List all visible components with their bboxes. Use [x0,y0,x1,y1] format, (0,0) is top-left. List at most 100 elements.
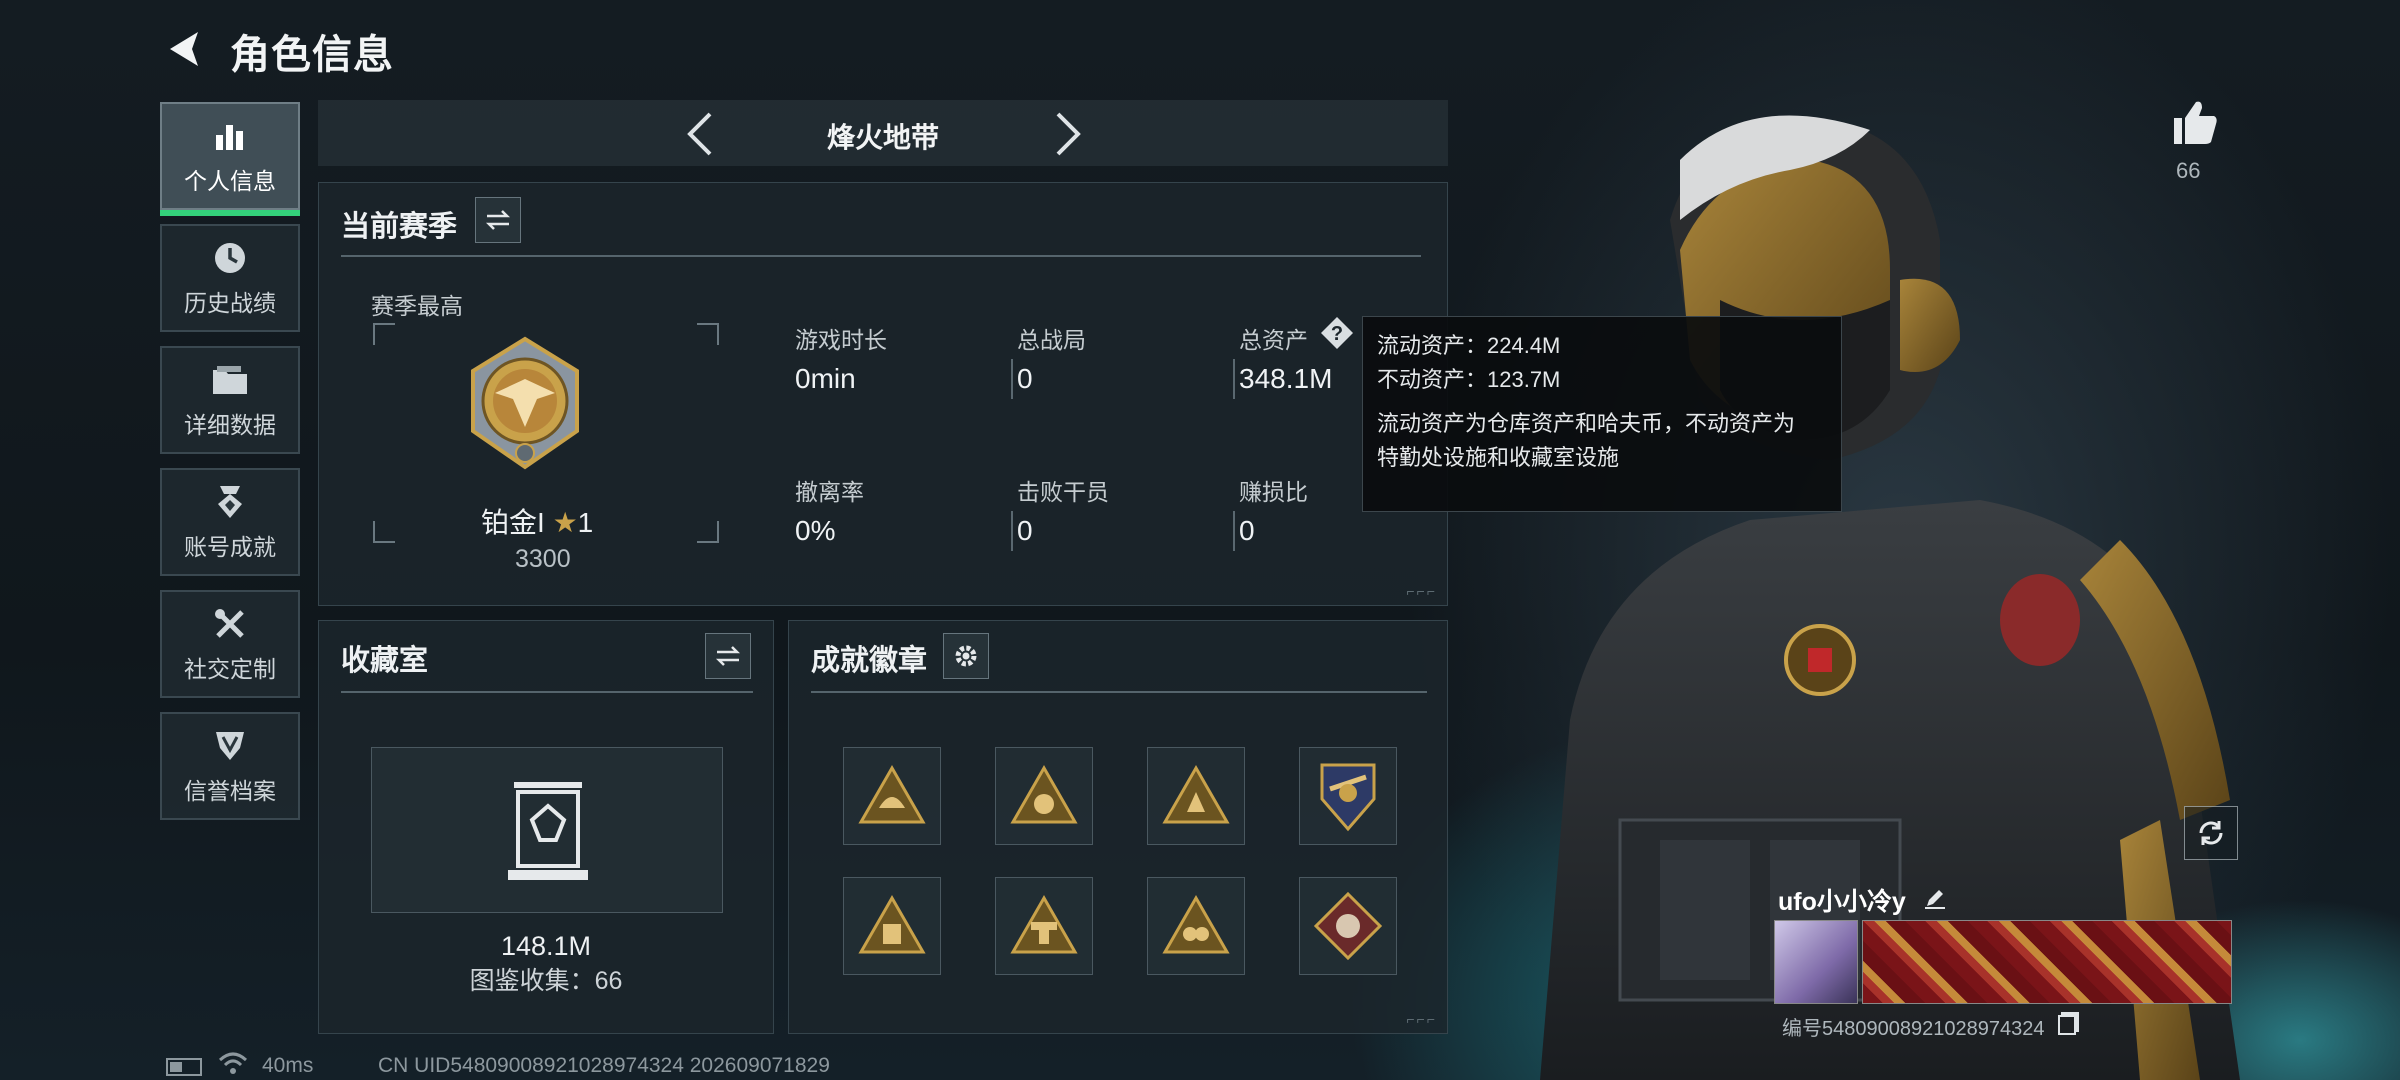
sidebar-item-label: 账号成就 [184,534,276,560]
achievement-badge[interactable] [843,877,941,975]
shield-badge-icon [1320,763,1376,832]
achievement-badge[interactable] [1147,877,1245,975]
rotate-model-button[interactable] [2184,806,2238,860]
sidebar-item-history[interactable]: 历史战绩 [160,224,300,332]
section-title: 成就徽章 [811,645,928,677]
sidebar-item-achievements[interactable]: 账号成就 [160,468,300,576]
sidebar-item-personal-info[interactable]: 个人信息 [160,102,300,216]
switch-season-button[interactable] [475,197,521,243]
season-best-label: 赛季最高 [371,293,463,319]
tooltip-fixed-assets: 不动资产：123.7M [1377,367,1561,393]
achievement-badge[interactable] [1147,747,1245,845]
achievement-badge[interactable] [843,747,941,845]
achievement-settings-button[interactable] [943,633,989,679]
achievement-badge[interactable] [1299,877,1397,975]
help-icon[interactable]: ? [1319,315,1355,351]
ping-value: 40ms [262,1054,314,1077]
profile-banner[interactable] [1862,920,2232,1004]
sidebar-item-label: 详细数据 [184,412,276,438]
avatar[interactable] [1774,920,1858,1004]
battery-icon [166,1058,202,1076]
rotate-icon [2199,821,2223,845]
section-title: 收藏室 [341,645,429,677]
triangle-badge-icon [1010,894,1078,954]
divider [1011,359,1013,399]
stat-value-playtime: 0min [795,363,856,394]
uid-label: CN UID5480900892102897432​4 202609071829 [378,1054,830,1077]
sidebar-item-label: 历史战绩 [184,290,276,316]
collection-value: 148.1M [500,931,592,961]
thumbs-up-icon[interactable] [2170,98,2220,146]
achievement-badge[interactable] [995,877,1093,975]
section-title: 当前赛季 [341,211,458,243]
swap-icon [715,646,741,666]
swap-icon [485,210,511,230]
tooltip-description: 流动资产为仓库资产和哈夫币，不动资产为 [1377,411,1796,437]
sidebar-item-label: 信誉档案 [184,778,276,804]
sidebar-item-detailed-data[interactable]: 详细数据 [160,346,300,454]
stat-label-operators-defeated: 击败干员 [1017,479,1109,505]
sidebar-item-social[interactable]: 社交定制 [160,590,300,698]
bar-chart-icon [210,116,250,156]
copy-icon[interactable] [2058,1015,2077,1035]
divider [1011,511,1013,551]
sidebar-item-label: 社交定制 [184,656,276,682]
player-name: ufo小小冷y [1778,882,1947,918]
stat-value-total-assets: 348.1M [1239,363,1333,394]
mode-title: 烽火地带 [826,122,939,153]
mode-selector: 烽火地带 [318,100,1448,166]
triangle-badge-icon [1162,894,1230,954]
rank-name: 铂金I ★1 [481,507,594,538]
triangle-badge-icon [1010,764,1078,824]
folder-icon [210,360,250,400]
stat-value-total-matches: 0 [1017,363,1033,394]
stat-label-total-assets: 总资产 [1239,327,1308,353]
stat-value-profit-loss-ratio: 0 [1239,515,1255,546]
wifi-icon [218,1052,248,1074]
diamond-badge-icon [1313,891,1383,961]
chevron-right-icon[interactable] [1048,110,1088,158]
frame-corner [373,521,395,543]
collection-count: 图鉴收集：66 [469,967,623,995]
season-panel: 当前赛季 赛季最高 铂金I ★1 3300 游戏时长 0min 总战局 0 总资… [318,182,1448,606]
sidebar-item-label: 个人信息 [184,168,276,194]
collection-panel: 收藏室 148.1M 图鉴收集：66 [318,620,774,1034]
stat-label-extraction-rate: 撤离率 [795,479,864,505]
display-case-icon [508,782,588,880]
tools-icon [210,604,250,644]
achievement-badge[interactable] [995,747,1093,845]
frame-corner [697,323,719,345]
frame-corner [697,521,719,543]
platinum-rank-icon [471,336,579,470]
switch-collection-button[interactable] [705,633,751,679]
edit-icon[interactable] [1923,886,1947,917]
frame-corner [373,323,395,345]
triangle-badge-icon [1162,764,1230,824]
svg-text:?: ? [1331,323,1343,345]
clock-icon [210,238,250,278]
tooltip-description-2: 特勤处设施和收藏室设施 [1377,445,1620,471]
tooltip-liquid-assets: 流动资产：224.4M [1377,333,1561,358]
page-title: 角色信息 [230,33,394,77]
triangle-badge-icon [858,764,926,824]
triangle-badge-icon [858,894,926,954]
collection-preview[interactable] [371,747,723,913]
medal-icon [210,482,250,522]
achievement-badge[interactable] [1299,747,1397,845]
sidebar-item-reputation[interactable]: 信誉档案 [160,712,300,820]
achievements-panel: 成就徽章 ⌐⌐⌐ [788,620,1448,1034]
divider [341,691,753,693]
gear-icon [955,645,977,667]
star-icon: ★ [552,507,578,538]
stat-value-extraction-rate: 0% [795,515,836,546]
player-id: 编号548090089210289743​24 [1782,1012,2077,1041]
like-count: 66 [2176,158,2201,183]
divider [1233,511,1235,551]
divider [341,255,1421,257]
stat-label-total-matches: 总战局 [1017,327,1086,353]
divider [811,691,1427,693]
stat-label-profit-loss-ratio: 赚损比 [1239,479,1308,505]
back-arrow-icon[interactable] [162,26,206,72]
divider [1233,359,1235,399]
rank-score: 3300 [515,545,571,573]
